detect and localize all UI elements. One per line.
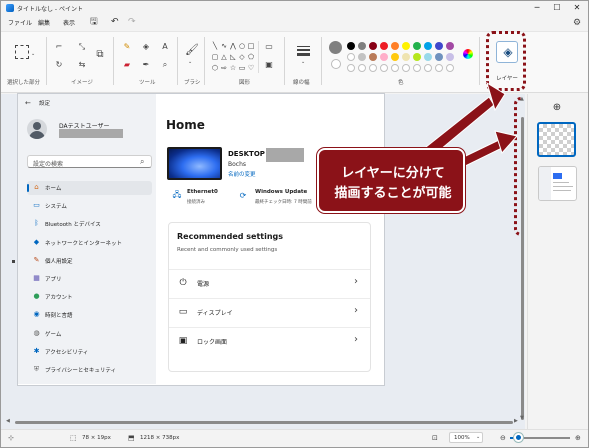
callout-arrows xyxy=(420,81,518,174)
zoom-dropdown-icon: ⌄ xyxy=(476,434,481,440)
zoom-select[interactable]: 100% ⌄ xyxy=(449,432,483,443)
callout-line-2: 描画することが可能 xyxy=(334,186,452,201)
selection-size-icon: ⬚ xyxy=(70,434,77,442)
fit-to-window-icon[interactable]: ⊡ xyxy=(432,434,438,442)
callout-line-1: レイヤーに分けて xyxy=(341,166,445,181)
canvas-size-icon: ⬒ xyxy=(128,434,135,442)
zoom-level: 100% xyxy=(454,435,470,441)
canvas-size: 1218 × 738px xyxy=(140,435,180,441)
callout-box: レイヤーに分けて 描画することが可能 xyxy=(317,148,465,213)
selection-size: 78 × 19px xyxy=(82,435,111,441)
zoom-in-icon[interactable]: ⊕ xyxy=(575,434,581,442)
zoom-slider-thumb[interactable] xyxy=(514,433,523,442)
cursor-position-icon: ⊹ xyxy=(8,434,14,442)
paint-window: タイトルなし - ペイント ─ ☐ ✕ ファイル 編集 表示 🖫 ↶ ↷ ⚙ ⌄… xyxy=(0,0,589,448)
zoom-out-icon[interactable]: ⊖ xyxy=(500,434,506,442)
